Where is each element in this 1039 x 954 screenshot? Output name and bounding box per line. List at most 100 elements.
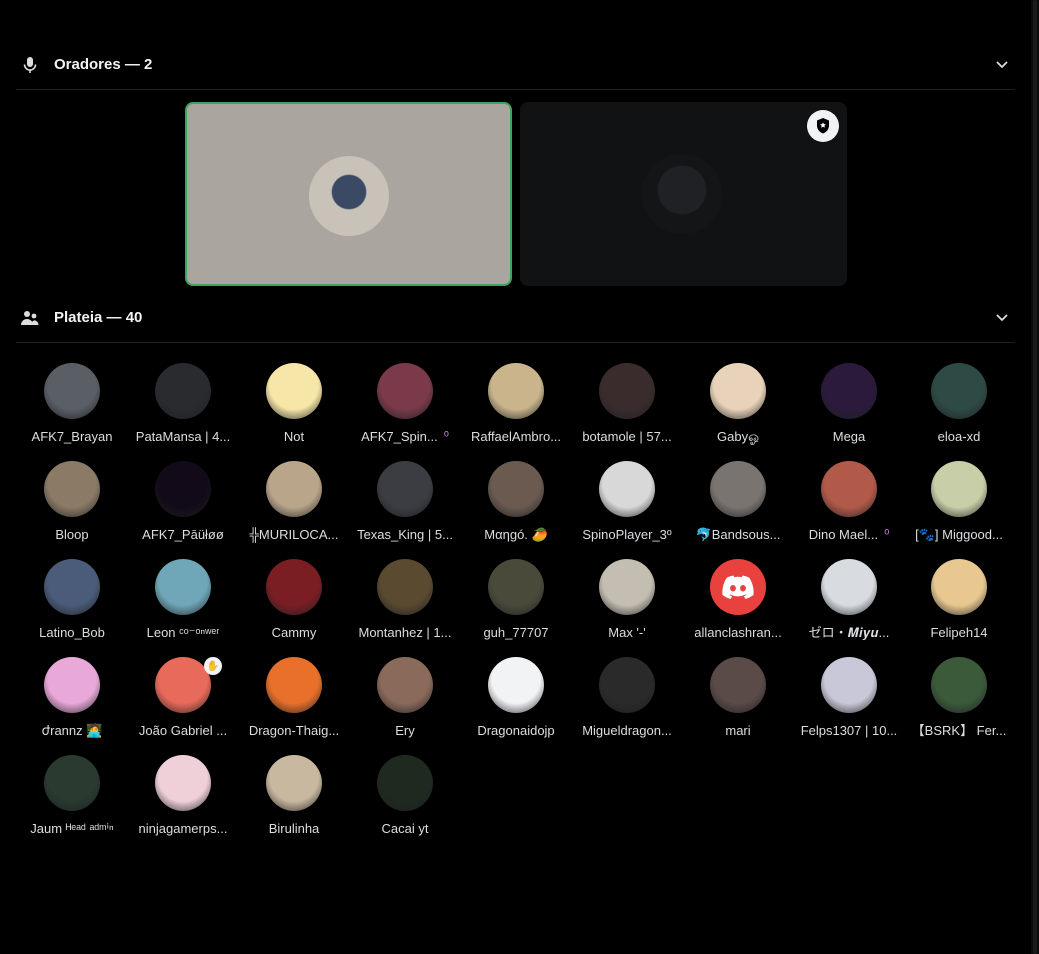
audience-member[interactable]: Max '-' (572, 559, 682, 651)
member-avatar (931, 559, 987, 615)
audience-member[interactable]: RaffaelAmbro... (461, 363, 571, 455)
member-name: Not (283, 429, 305, 444)
audience-member[interactable]: allanclashran... (683, 559, 793, 651)
audience-member[interactable]: ninjagamerps... (128, 755, 238, 847)
speakers-section-header[interactable]: Oradores — 2 (16, 40, 1015, 90)
audience-member[interactable]: Ery (350, 657, 460, 749)
audience-member[interactable]: guh_77707 (461, 559, 571, 651)
member-name: AFK7_Brayan (31, 429, 113, 444)
member-avatar (44, 461, 100, 517)
audience-member[interactable]: Not (239, 363, 349, 455)
audience-member[interactable]: Texas_King | 5... (350, 461, 460, 553)
scrollbar-thumb[interactable] (1033, 0, 1037, 954)
speakers-section-title: Oradores — 2 (54, 56, 153, 73)
audience-member[interactable]: Dino Mael... ⁰ (794, 461, 904, 553)
member-avatar (44, 755, 100, 811)
audience-member[interactable]: Cammy (239, 559, 349, 651)
member-avatar (821, 461, 877, 517)
audience-member[interactable]: Dragonaidojp (461, 657, 571, 749)
audience-member[interactable]: 🐬Bandsous... (683, 461, 793, 553)
audience-section-header[interactable]: Plateia — 40 (16, 293, 1015, 343)
member-avatar (599, 461, 655, 517)
audience-member[interactable]: Dragon-Thaig... (239, 657, 349, 749)
member-name: Texas_King | 5... (357, 527, 453, 542)
audience-member[interactable]: Bloop (17, 461, 127, 553)
audience-member[interactable]: AFK7_Pāüłøø (128, 461, 238, 553)
member-avatar (488, 657, 544, 713)
member-name: Ery (395, 723, 415, 738)
member-name: Montanhez | 1... (358, 625, 452, 640)
member-avatar (377, 363, 433, 419)
member-avatar (266, 461, 322, 517)
member-name: Migueldragon... (582, 723, 672, 738)
audience-section-title: Plateia — 40 (54, 309, 143, 326)
audience-member[interactable]: Gabyஓ (683, 363, 793, 455)
chevron-down-icon[interactable] (991, 307, 1013, 329)
member-name: Mαηgó. 🥭 (484, 527, 548, 542)
member-name: eloa-xd (937, 429, 981, 444)
member-name: AFK7_Pāüłøø (142, 527, 224, 542)
audience-member[interactable]: AFK7_Spin... ⁰ (350, 363, 460, 455)
member-name: Max '-' (608, 625, 646, 640)
member-avatar (266, 755, 322, 811)
audience-member[interactable]: [🐾] Miggood... (904, 461, 1014, 553)
member-name: ninjagamerps... (138, 821, 228, 836)
member-avatar (44, 657, 100, 713)
audience-member[interactable]: Mega (794, 363, 904, 455)
audience-member[interactable]: ժrannz 🧑‍💻 (17, 657, 127, 749)
member-avatar (266, 657, 322, 713)
audience-member[interactable]: ✋ João Gabriel ... (128, 657, 238, 749)
audience-member[interactable]: Felipeh14 (904, 559, 1014, 651)
audience-member[interactable]: ゼロ・𝑴𝒊𝒚𝒖... (794, 559, 904, 651)
member-avatar (377, 559, 433, 615)
audience-member[interactable]: Migueldragon... (572, 657, 682, 749)
audience-member[interactable]: Montanhez | 1... (350, 559, 460, 651)
audience-member[interactable]: Leon ᶜᵒ⁻ᵒⁿʷᵉʳ (128, 559, 238, 651)
member-name: Dino Mael... ⁰ (808, 527, 890, 542)
audience-member[interactable]: botamole | 57... (572, 363, 682, 455)
member-avatar (44, 559, 100, 615)
member-name: allanclashran... (694, 625, 782, 640)
member-name: RaffaelAmbro... (470, 429, 562, 444)
member-name: ժrannz 🧑‍💻 (41, 723, 103, 738)
speaker-tile-2[interactable] (520, 102, 847, 286)
speaker-tile-1[interactable] (185, 102, 512, 286)
audience-member[interactable]: Felps1307 | 10... (794, 657, 904, 749)
audience-member[interactable]: Jaum ᴴᵉᵃᵈ ᵃᵈᵐⁱⁿ (17, 755, 127, 847)
member-avatar (155, 755, 211, 811)
audience-member[interactable]: 【BSRK】 Fer... (904, 657, 1014, 749)
audience-member[interactable]: Mαηgó. 🥭 (461, 461, 571, 553)
member-name: Dragonaidojp (477, 723, 555, 738)
moderator-shield-icon (807, 110, 839, 142)
member-name: botamole | 57... (582, 429, 672, 444)
member-avatar (377, 461, 433, 517)
speaker-avatar (309, 156, 389, 236)
speaker-avatar (642, 154, 722, 234)
member-avatar (155, 363, 211, 419)
member-avatar (931, 461, 987, 517)
member-avatar (821, 559, 877, 615)
member-avatar (931, 657, 987, 713)
chevron-down-icon[interactable] (991, 54, 1013, 76)
member-name: Leon ᶜᵒ⁻ᵒⁿʷᵉʳ (146, 625, 220, 640)
member-name: SpinoPlayer_3º (582, 527, 672, 542)
member-avatar (710, 657, 766, 713)
audience-member[interactable]: AFK7_Brayan (17, 363, 127, 455)
member-name: Cammy (271, 625, 317, 640)
audience-member[interactable]: Birulinha (239, 755, 349, 847)
member-name: Mega (832, 429, 866, 444)
audience-member[interactable]: Latino_Bob (17, 559, 127, 651)
audience-member[interactable]: Cacai yt (350, 755, 460, 847)
audience-member[interactable]: SpinoPlayer_3º (572, 461, 682, 553)
member-name: Latino_Bob (39, 625, 105, 640)
audience-member[interactable]: eloa-xd (904, 363, 1014, 455)
audience-member[interactable]: mari (683, 657, 793, 749)
member-name: ╬MURILOCA... (249, 527, 339, 542)
audience-member[interactable]: ╬MURILOCA... (239, 461, 349, 553)
audience-member[interactable]: PataMansa | 4... (128, 363, 238, 455)
member-name: 🐬Bandsous... (695, 527, 781, 542)
member-avatar (931, 363, 987, 419)
member-name: Birulinha (268, 821, 320, 836)
member-avatar (710, 363, 766, 419)
member-avatar (155, 559, 211, 615)
